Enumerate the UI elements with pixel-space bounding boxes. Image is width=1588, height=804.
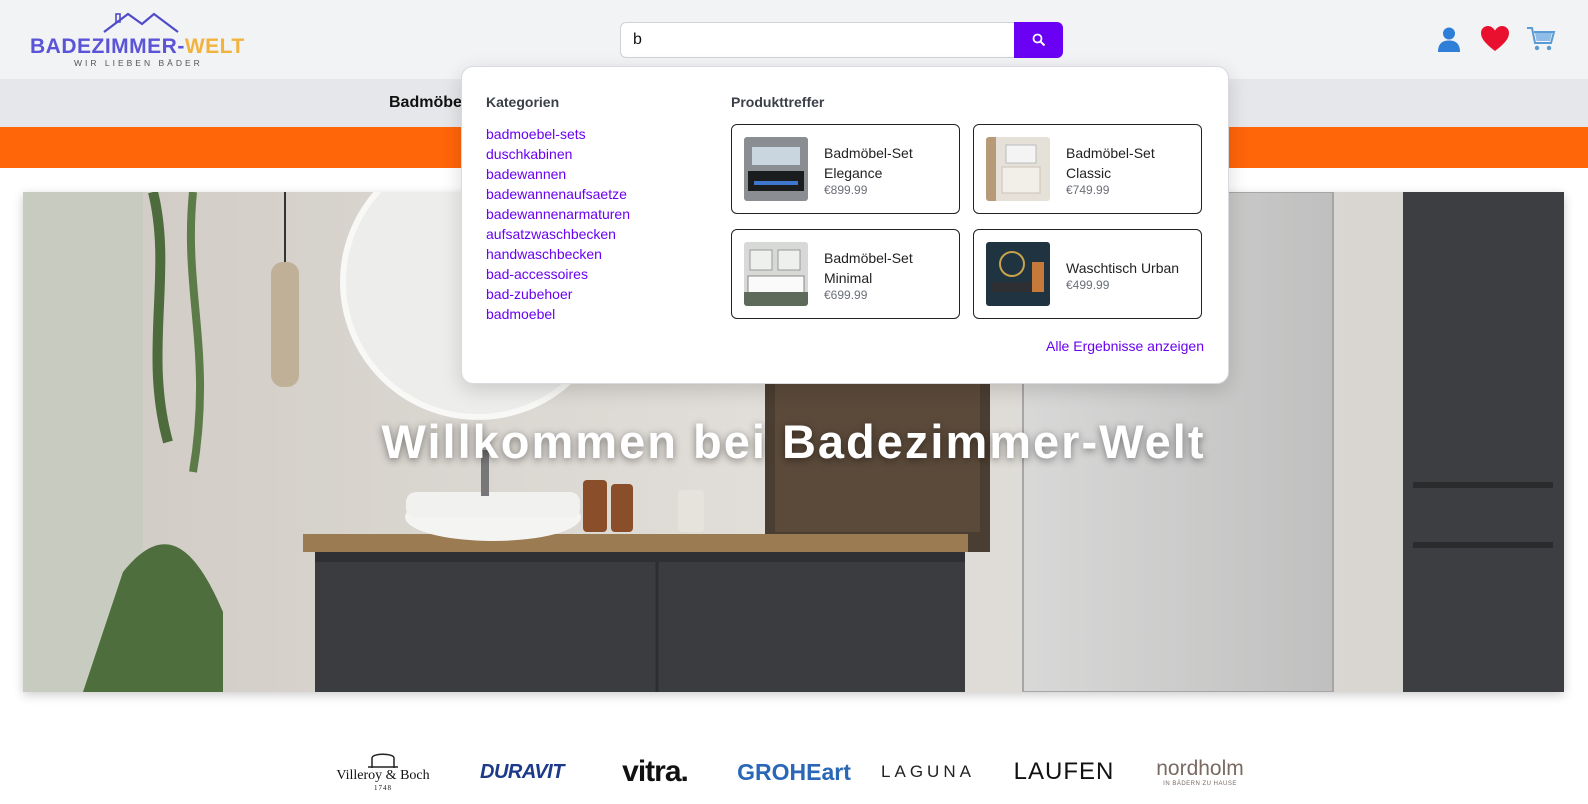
brand-nordholm[interactable]: nordholm IN BÄDERN ZU HAUSE — [1150, 748, 1250, 796]
product-suggestion-card[interactable]: Badmöbel-Set Minimal €699.99 — [731, 229, 960, 319]
products-heading: Produkttreffer — [731, 94, 825, 110]
villeroy-emblem-icon — [368, 753, 398, 768]
category-link[interactable]: badewannenaufsaetze — [486, 185, 630, 205]
logo-tagline: WIR LIEBEN BÄDER — [74, 58, 203, 68]
category-link[interactable]: badewannenarmaturen — [486, 205, 630, 225]
product-price: €499.99 — [1066, 278, 1110, 292]
product-suggestion-card[interactable]: Waschtisch Urban €499.99 — [973, 229, 1202, 319]
brand-laguna[interactable]: LAGUNA — [878, 748, 978, 796]
heart-icon[interactable] — [1478, 22, 1512, 56]
category-suggestion-list: badmoebel-sets duschkabinen badewannen b… — [486, 125, 630, 325]
product-name: Badmöbel-Set Elegance — [824, 145, 913, 181]
nav-item-badmoebel[interactable]: Badmöbel — [389, 94, 466, 112]
category-link[interactable]: aufsatzwaschbecken — [486, 225, 630, 245]
user-icon[interactable] — [1432, 22, 1466, 56]
category-link[interactable]: bad-accessoires — [486, 265, 630, 285]
product-name: Badmöbel-Set Classic — [1066, 145, 1155, 181]
product-thumbnail — [986, 137, 1050, 201]
cart-icon[interactable] — [1524, 22, 1558, 56]
product-name: Waschtisch Urban — [1066, 260, 1180, 276]
show-all-results-link[interactable]: Alle Ergebnisse anzeigen — [1046, 338, 1204, 354]
brand-duravit[interactable]: DURAVIT — [472, 748, 572, 796]
brand-laufen[interactable]: LAUFEN — [1012, 748, 1116, 796]
brand-vitra[interactable]: vitra. — [610, 748, 700, 796]
brand-villeroy-boch[interactable]: Villeroy & Boch 1748 — [333, 748, 433, 796]
product-price: €699.99 — [824, 288, 868, 302]
site-logo[interactable]: BADEZIMMER-WELT WIR LIEBEN BÄDER — [30, 8, 252, 70]
product-suggestion-card[interactable]: Badmöbel-Set Classic €749.99 — [973, 124, 1202, 214]
brand-groheart[interactable]: GROHEart — [736, 748, 852, 796]
product-price: €899.99 — [824, 183, 868, 197]
category-link[interactable]: duschkabinen — [486, 145, 630, 165]
category-link[interactable]: badmoebel — [486, 305, 630, 325]
logo-brand-text: BADEZIMMER-WELT — [30, 35, 245, 58]
category-link[interactable]: handwaschbecken — [486, 245, 630, 265]
category-link[interactable]: bad-zubehoer — [486, 285, 630, 305]
search-button[interactable] — [1014, 22, 1063, 58]
categories-heading: Kategorien — [486, 94, 560, 110]
product-price: €749.99 — [1066, 183, 1110, 197]
search-input[interactable] — [620, 22, 1014, 58]
house-roof-icon — [103, 12, 179, 33]
category-link[interactable]: badewannen — [486, 165, 630, 185]
product-thumbnail — [986, 242, 1050, 306]
search-icon — [1032, 33, 1045, 47]
product-suggestion-card[interactable]: Badmöbel-Set Elegance €899.99 — [731, 124, 960, 214]
search-suggestions-dropdown: Kategorien badmoebel-sets duschkabinen b… — [461, 66, 1229, 384]
product-thumbnail — [744, 137, 808, 201]
category-link[interactable]: badmoebel-sets — [486, 125, 630, 145]
product-name: Badmöbel-Set Minimal — [824, 250, 913, 286]
hero-title: Willkommen bei Badezimmer-Welt — [381, 415, 1206, 468]
product-thumbnail — [744, 242, 808, 306]
